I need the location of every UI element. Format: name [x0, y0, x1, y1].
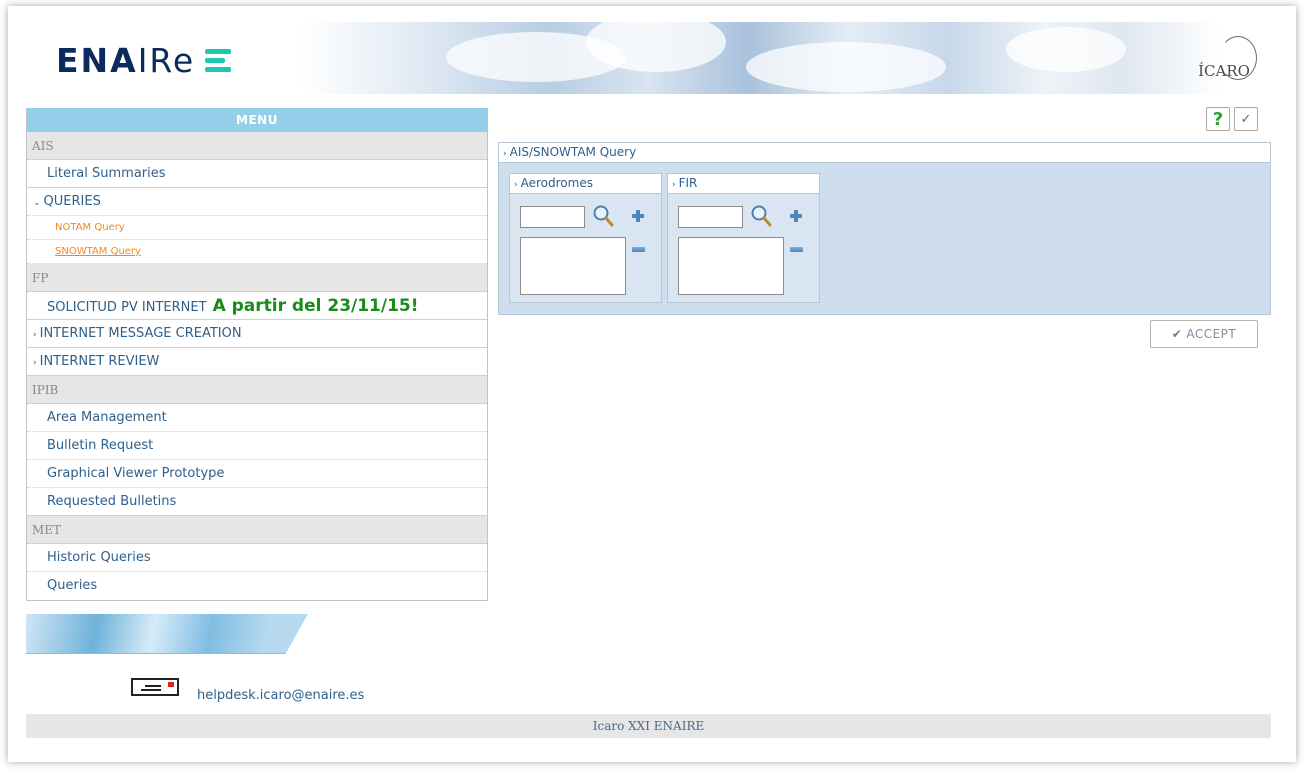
icaro-logo: ÍCARO — [1189, 36, 1259, 80]
menu-item-literal-summaries[interactable]: Literal Summaries — [27, 160, 487, 188]
menu-section-met: MET — [27, 516, 487, 544]
menu-item-snowtam-query[interactable]: SNOWTAM Query — [27, 240, 487, 264]
solicitud-highlight: A partir del 23/11/15! — [212, 296, 419, 316]
chevron-down-icon: ⌄ — [33, 198, 41, 208]
menu-section-fp: FP — [27, 264, 487, 292]
accept-button-label: ACCEPT — [1186, 327, 1237, 341]
check-icon: ✔ — [1171, 327, 1183, 341]
menu-item-queries[interactable]: ⌄ QUERIES — [27, 188, 487, 216]
aerodromes-group: › Aerodromes — [509, 173, 662, 303]
fir-list[interactable] — [678, 237, 784, 295]
chevron-right-icon: › — [503, 149, 507, 159]
query-panel-title: AIS/SNOWTAM Query — [509, 145, 637, 159]
menu-item-solicitud-label: SOLICITUD PV INTERNET — [47, 300, 207, 315]
menu-item-message-creation[interactable]: › INTERNET MESSAGE CREATION — [27, 320, 487, 348]
add-icon[interactable] — [632, 210, 644, 222]
check-icon: ✓ — [1240, 111, 1252, 127]
chevron-right-icon: › — [33, 358, 37, 368]
logo-bars-icon — [205, 48, 232, 72]
remove-icon[interactable] — [632, 247, 645, 252]
query-panel-header: › AIS/SNOWTAM Query — [498, 142, 1271, 163]
query-panel-body: › Aerodromes › FIR — [498, 163, 1271, 315]
chevron-right-icon: › — [514, 180, 518, 190]
fir-group-title: FIR — [678, 176, 698, 190]
menu-item-message-creation-label: INTERNET MESSAGE CREATION — [39, 326, 242, 341]
check-button[interactable]: ✓ — [1234, 107, 1258, 131]
menu-section-ipib: IPIB — [27, 376, 487, 404]
menu-item-notam-query[interactable]: NOTAM Query — [27, 216, 487, 240]
search-icon[interactable] — [592, 204, 614, 228]
aerodromes-group-title: Aerodromes — [520, 176, 593, 190]
menu-item-graphical-viewer[interactable]: Graphical Viewer Prototype — [27, 460, 487, 488]
header-banner: ENA IRe ÍCARO — [26, 22, 1271, 94]
menu-section-ais: AIS — [27, 132, 487, 160]
menu-item-internet-review-label: INTERNET REVIEW — [39, 354, 160, 369]
add-icon[interactable] — [790, 210, 802, 222]
aerodromes-input[interactable] — [520, 206, 585, 228]
fir-input[interactable] — [678, 206, 743, 228]
aerodromes-group-header: › Aerodromes — [510, 174, 661, 194]
accept-button[interactable]: ✔ ACCEPT — [1150, 320, 1258, 348]
menu-item-historic-queries[interactable]: Historic Queries — [27, 544, 487, 572]
chevron-right-icon: › — [33, 330, 37, 340]
menu-item-bulletin-request[interactable]: Bulletin Request — [27, 432, 487, 460]
menu-item-met-queries[interactable]: Queries — [27, 572, 487, 600]
logo-text-light: IRe — [137, 40, 196, 80]
menu-item-solicitud[interactable]: SOLICITUD PV INTERNET A partir del 23/11/… — [27, 292, 487, 320]
menu-item-internet-review[interactable]: › INTERNET REVIEW — [27, 348, 487, 376]
mail-icon — [131, 678, 179, 696]
aerodromes-list[interactable] — [520, 237, 626, 295]
fir-group-header: › FIR — [668, 174, 819, 194]
menu-item-requested-bulletins[interactable]: Requested Bulletins — [27, 488, 487, 516]
footer-bar: Icaro XXI ENAIRE — [26, 714, 1271, 738]
enaire-logo: ENA IRe — [56, 40, 232, 80]
menu-item-area-management[interactable]: Area Management — [27, 404, 487, 432]
help-button[interactable]: ? — [1206, 107, 1230, 131]
chevron-right-icon: › — [672, 180, 676, 190]
remove-icon[interactable] — [790, 247, 803, 252]
search-icon[interactable] — [750, 204, 772, 228]
menu-decoration-image — [26, 614, 308, 654]
menu-item-queries-label: QUERIES — [43, 194, 101, 209]
logo-text-bold: ENA — [56, 40, 138, 80]
side-menu: MENU AIS Literal Summaries ⌄ QUERIES NOTA… — [26, 108, 488, 601]
fir-group: › FIR — [667, 173, 820, 303]
menu-title: MENU — [27, 108, 487, 132]
help-icon: ? — [1212, 108, 1224, 130]
helpdesk-email-link[interactable]: helpdesk.icaro@enaire.es — [197, 688, 364, 703]
